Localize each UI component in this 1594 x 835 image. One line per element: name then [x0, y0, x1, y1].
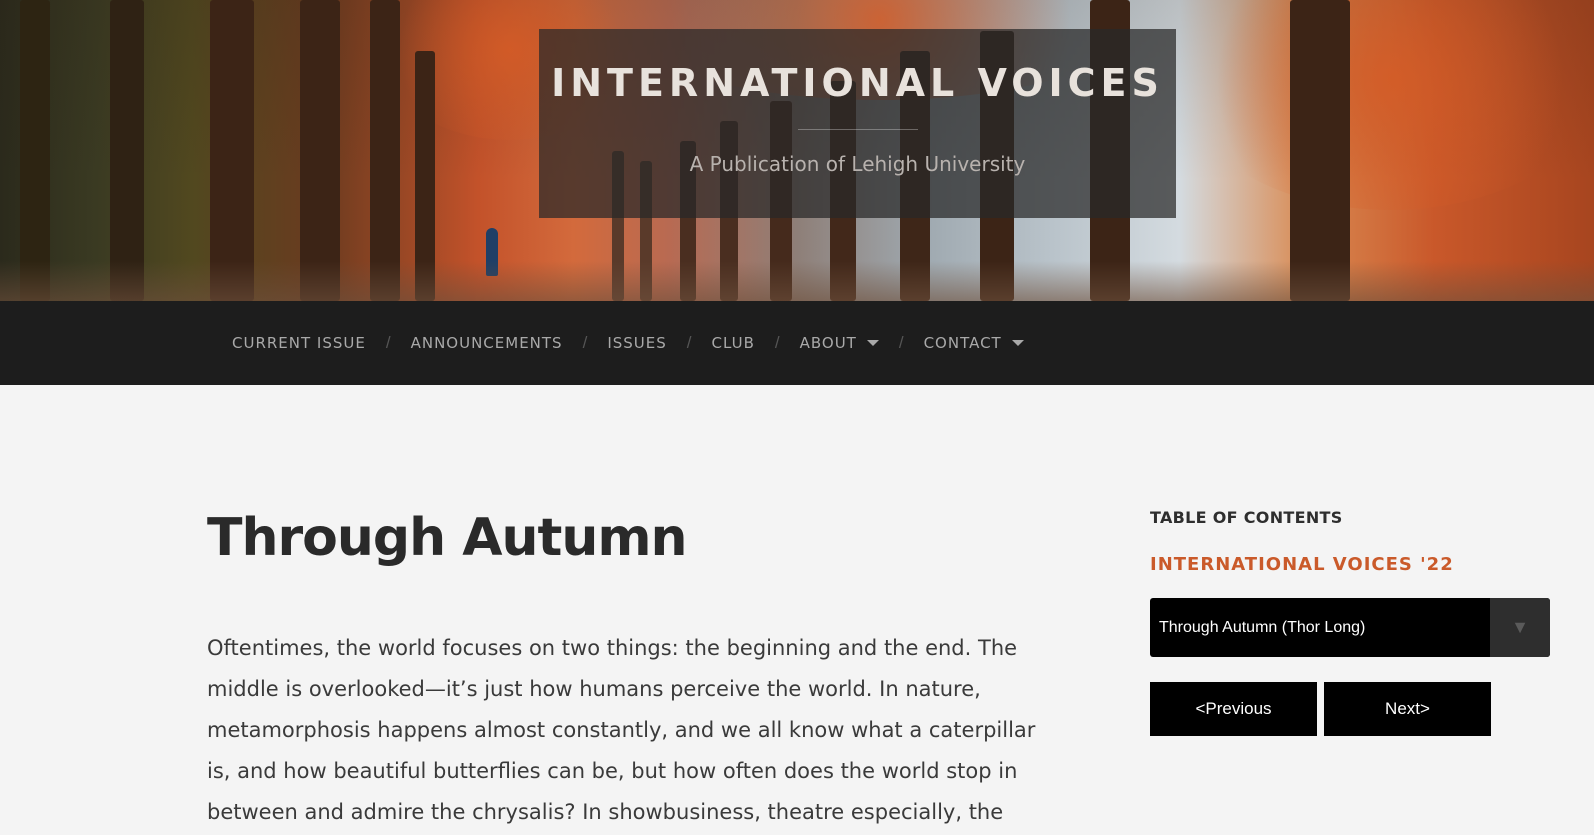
post-title: Through Autumn — [207, 508, 688, 568]
nav-item-issues: ISSUES / — [607, 333, 711, 353]
nav-separator: / — [385, 333, 391, 352]
site-tagline: A Publication of Lehigh University — [689, 152, 1026, 176]
nav-item-current-issue: CURRENT ISSUE / — [232, 333, 411, 353]
chevron-down-icon[interactable] — [1011, 340, 1024, 346]
header-banner: INTERNATIONAL VOICES A Publication of Le… — [0, 0, 1594, 301]
nav-link-issues[interactable]: ISSUES — [607, 334, 666, 352]
next-button[interactable]: Next> — [1324, 682, 1491, 736]
site-branding: INTERNATIONAL VOICES A Publication of Le… — [539, 29, 1176, 218]
toc-article-select[interactable]: Through Autumn (Thor Long) ▼ — [1150, 598, 1550, 657]
nav-item-club: CLUB / — [712, 333, 800, 353]
nav-separator: / — [774, 333, 780, 352]
toc-select-value[interactable]: Through Autumn (Thor Long) — [1150, 619, 1490, 637]
nav-link-contact[interactable]: CONTACT — [924, 334, 1002, 352]
title-divider — [797, 129, 918, 130]
nav-separator: / — [686, 333, 692, 352]
post-body: Oftentimes, the world focuses on two thi… — [207, 636, 1036, 824]
nav-separator: / — [582, 333, 588, 352]
toc-issue-title[interactable]: INTERNATIONAL VOICES '22 — [1150, 554, 1454, 575]
site-title[interactable]: INTERNATIONAL VOICES — [539, 29, 1176, 105]
main-nav: CURRENT ISSUE / ANNOUNCEMENTS / ISSUES /… — [0, 301, 1594, 385]
nav-link-current-issue[interactable]: CURRENT ISSUE — [232, 334, 366, 352]
dropdown-arrow-icon[interactable]: ▼ — [1490, 598, 1550, 657]
previous-button[interactable]: <Previous — [1150, 682, 1317, 736]
nav-item-contact: CONTACT — [924, 334, 1024, 352]
toc-heading: TABLE OF CONTENTS — [1150, 508, 1343, 527]
nav-item-announcements: ANNOUNCEMENTS / — [411, 333, 608, 353]
nav-link-announcements[interactable]: ANNOUNCEMENTS — [411, 334, 563, 352]
nav-item-about: ABOUT / — [800, 333, 924, 353]
nav-link-about[interactable]: ABOUT — [800, 334, 857, 352]
nav-link-club[interactable]: CLUB — [712, 334, 755, 352]
nav-separator: / — [898, 333, 904, 352]
chevron-down-icon[interactable] — [866, 340, 879, 346]
